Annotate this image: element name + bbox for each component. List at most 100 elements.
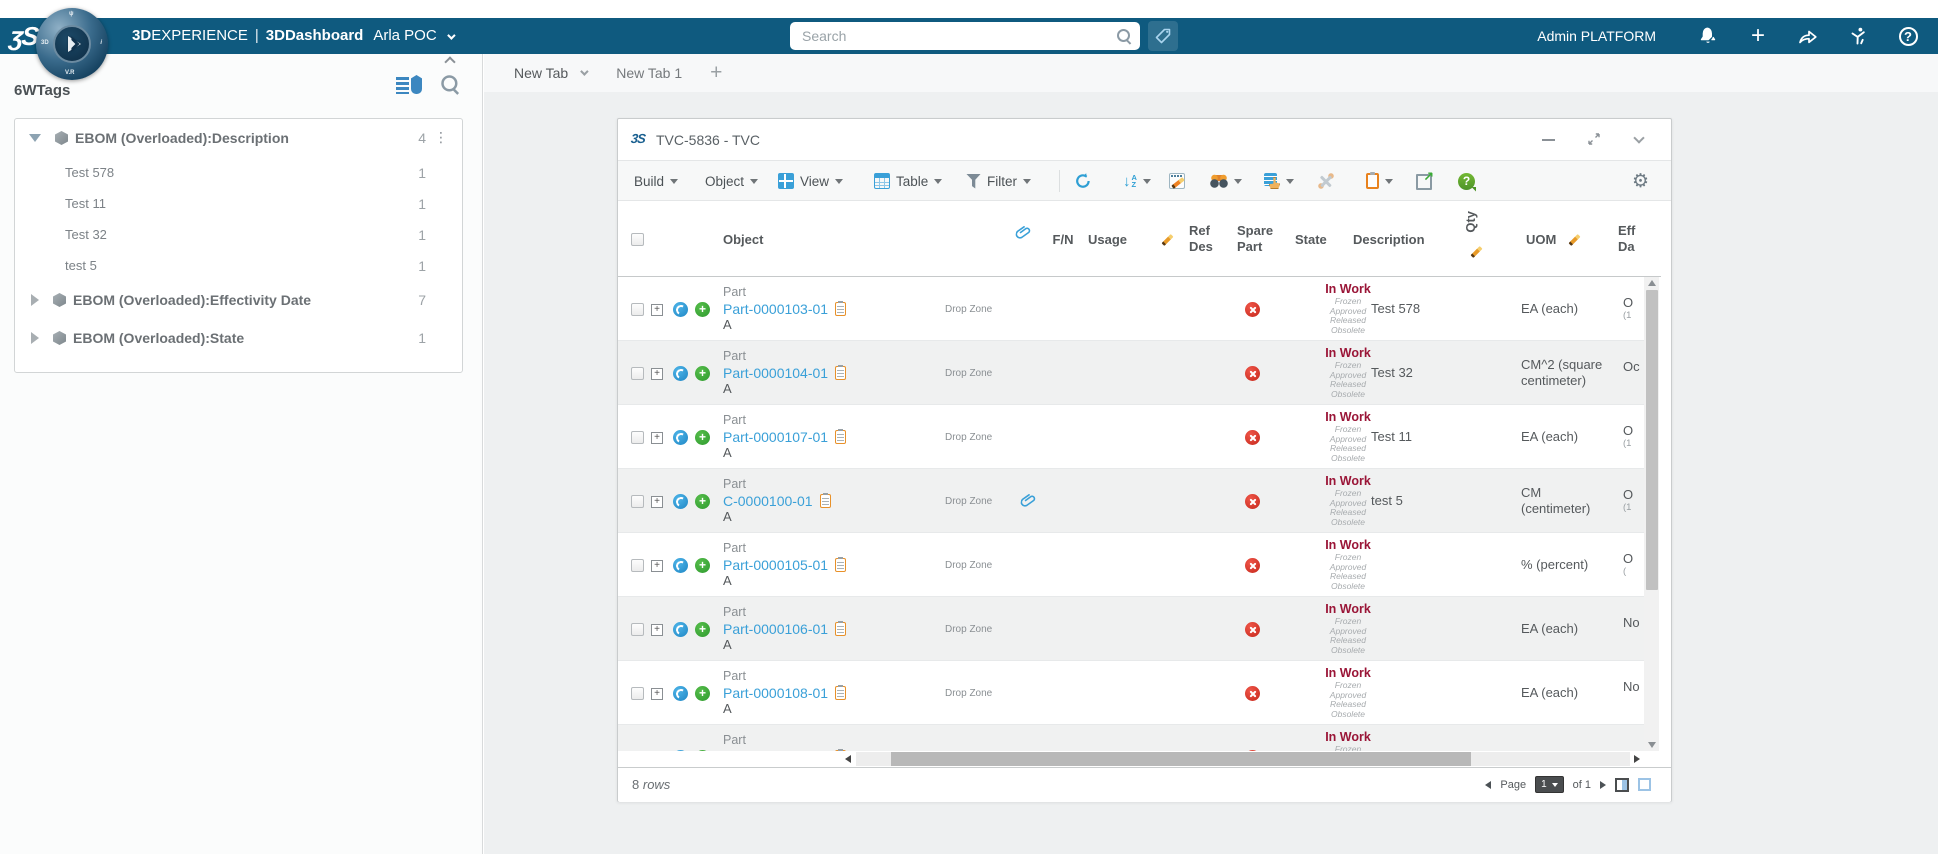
add-child-icon[interactable]: + (695, 302, 710, 317)
add-child-icon[interactable]: + (695, 622, 710, 637)
expand-icon[interactable]: + (651, 368, 663, 380)
tab-new-tab[interactable]: New Tab (514, 65, 586, 81)
clipboard-doc-icon[interactable] (835, 622, 846, 636)
clipboard-doc-icon[interactable] (835, 430, 846, 444)
table-menu[interactable]: Table (874, 161, 942, 201)
row-checkbox[interactable] (631, 367, 644, 380)
tab-chevron-down-icon[interactable] (580, 67, 588, 75)
part-link[interactable]: C-0000100-01 (723, 493, 813, 510)
spare-part-no-icon[interactable] (1245, 622, 1260, 637)
horizontal-scrollbar[interactable] (618, 751, 1661, 767)
col-fn[interactable]: F/N (1043, 201, 1083, 277)
clipboard-doc-icon[interactable] (835, 366, 846, 380)
add-tab-button[interactable]: + (710, 61, 722, 85)
tag-value-item[interactable]: test 5 1 (15, 250, 462, 281)
navigate-icon[interactable] (673, 558, 688, 573)
col-usage[interactable]: Usage (1088, 201, 1127, 277)
sidebar-search-icon[interactable] (440, 74, 460, 94)
settings-button[interactable]: ⚙ (1632, 161, 1649, 201)
vertical-scrollbar[interactable] (1644, 277, 1659, 751)
vertical-scroll-thumb[interactable] (1646, 290, 1658, 590)
global-search[interactable] (790, 22, 1140, 50)
context-name[interactable]: Arla POC (373, 27, 436, 44)
spare-part-no-icon[interactable] (1245, 558, 1260, 573)
col-uom[interactable]: UOM (1526, 201, 1556, 277)
expand-icon[interactable]: + (651, 432, 663, 444)
minimize-icon[interactable] (1542, 139, 1555, 141)
maximize-icon[interactable] (1587, 132, 1601, 151)
triangle-right-icon[interactable] (31, 332, 39, 344)
full-view-icon[interactable] (1638, 778, 1651, 791)
navigate-icon[interactable] (673, 366, 688, 381)
select-all-checkbox[interactable] (631, 233, 644, 246)
attachment-paperclip-icon[interactable] (1021, 493, 1036, 514)
expand-icon[interactable]: + (651, 560, 663, 572)
table-row[interactable]: + + Part Part-0000107-01 A Drop Zone In … (618, 405, 1646, 469)
next-page-arrow[interactable] (1600, 781, 1606, 789)
clipboard-button[interactable] (1366, 161, 1393, 201)
navigate-icon[interactable] (673, 622, 688, 637)
row-checkbox[interactable] (631, 559, 644, 572)
split-view-icon[interactable] (1615, 778, 1629, 792)
find-button[interactable] (1210, 161, 1242, 201)
compass-quadrant-right[interactable]: i (100, 40, 102, 46)
object-menu[interactable]: Object (705, 161, 758, 201)
compass-quadrant-vr[interactable]: V.R (65, 70, 74, 76)
spare-part-no-icon[interactable] (1245, 302, 1260, 317)
sort-tags-icon[interactable] (396, 74, 422, 98)
expand-icon[interactable]: + (651, 624, 663, 636)
table-row[interactable]: + + Part Part-0000106-01 A Drop Zone In … (618, 597, 1646, 661)
spare-part-no-icon[interactable] (1245, 686, 1260, 701)
widget-help-button[interactable]: ? (1458, 161, 1475, 201)
disconnect-button[interactable] (1318, 161, 1334, 201)
horizontal-scroll-thumb[interactable] (891, 752, 1471, 766)
spare-part-no-icon[interactable] (1245, 366, 1260, 381)
triangle-right-icon[interactable] (31, 294, 39, 306)
col-qty[interactable]: Qty (1463, 211, 1478, 233)
part-link[interactable]: Part-0000104-01 (723, 365, 828, 382)
navigate-icon[interactable] (673, 302, 688, 317)
page-select-dropdown[interactable]: 1 (1535, 776, 1564, 793)
navigate-icon[interactable] (673, 686, 688, 701)
compass-quadrant-top[interactable]: ψ (69, 11, 74, 17)
compass-quadrant-3d[interactable]: 3D (41, 40, 49, 46)
navigate-icon[interactable] (673, 430, 688, 445)
table-row[interactable]: + + Part Part-0000109-01 A Drop Zone In … (618, 725, 1646, 751)
add-child-icon[interactable]: + (695, 494, 710, 509)
col-object[interactable]: Object (723, 201, 763, 277)
table-row[interactable]: + + Part C-0000100-01 A Drop Zone In Wor… (618, 469, 1646, 533)
tag-group-effectivity-date[interactable]: EBOM (Overloaded):Effectivity Date 7 (15, 281, 462, 319)
part-link[interactable]: Part-0000106-01 (723, 621, 828, 638)
share-button[interactable] (1796, 24, 1820, 48)
3ds-logo[interactable]: ʒS (8, 21, 38, 52)
clipboard-doc-icon[interactable] (835, 302, 846, 316)
tag-group-state[interactable]: EBOM (Overloaded):State 1 (15, 319, 462, 357)
sort-button[interactable]: ↓AZ (1123, 161, 1151, 201)
scroll-up-arrow[interactable] (1648, 280, 1656, 286)
app-brand[interactable]: 3DEXPERIENCE|3DDashboardArla POC (132, 27, 453, 44)
edit-mode-button[interactable] (1169, 161, 1185, 201)
widget-header[interactable]: 3S TVC-5836 - TVC (618, 119, 1671, 161)
row-checkbox[interactable] (631, 431, 644, 444)
notifications-button[interactable] (1696, 24, 1720, 48)
col-attachment-paperclip-icon[interactable] (1016, 225, 1031, 241)
col-eff-date[interactable]: EffDa (1618, 201, 1635, 277)
help-button[interactable]: ? (1896, 24, 1920, 48)
col-description[interactable]: Description (1353, 201, 1425, 277)
search-icon[interactable] (1116, 28, 1132, 44)
part-link[interactable]: Part-0000108-01 (723, 685, 828, 702)
add-child-icon[interactable]: + (695, 430, 710, 445)
add-child-icon[interactable]: + (695, 686, 710, 701)
part-link[interactable]: Part-0000103-01 (723, 301, 828, 318)
row-checkbox[interactable] (631, 687, 644, 700)
widget-chevron-down-icon[interactable] (1633, 132, 1644, 143)
part-link[interactable]: Part-0000107-01 (723, 429, 828, 446)
scroll-right-arrow[interactable] (1634, 755, 1640, 763)
sidebar-collapse-chevron-up-icon[interactable] (444, 56, 455, 67)
row-checkbox[interactable] (631, 303, 644, 316)
add-child-icon[interactable]: + (695, 366, 710, 381)
triangle-down-icon[interactable] (29, 134, 41, 142)
table-row[interactable]: + + Part Part-0000105-01 A Drop Zone In … (618, 533, 1646, 597)
clipboard-doc-icon[interactable] (835, 686, 846, 700)
tag-value-item[interactable]: Test 11 1 (15, 188, 462, 219)
